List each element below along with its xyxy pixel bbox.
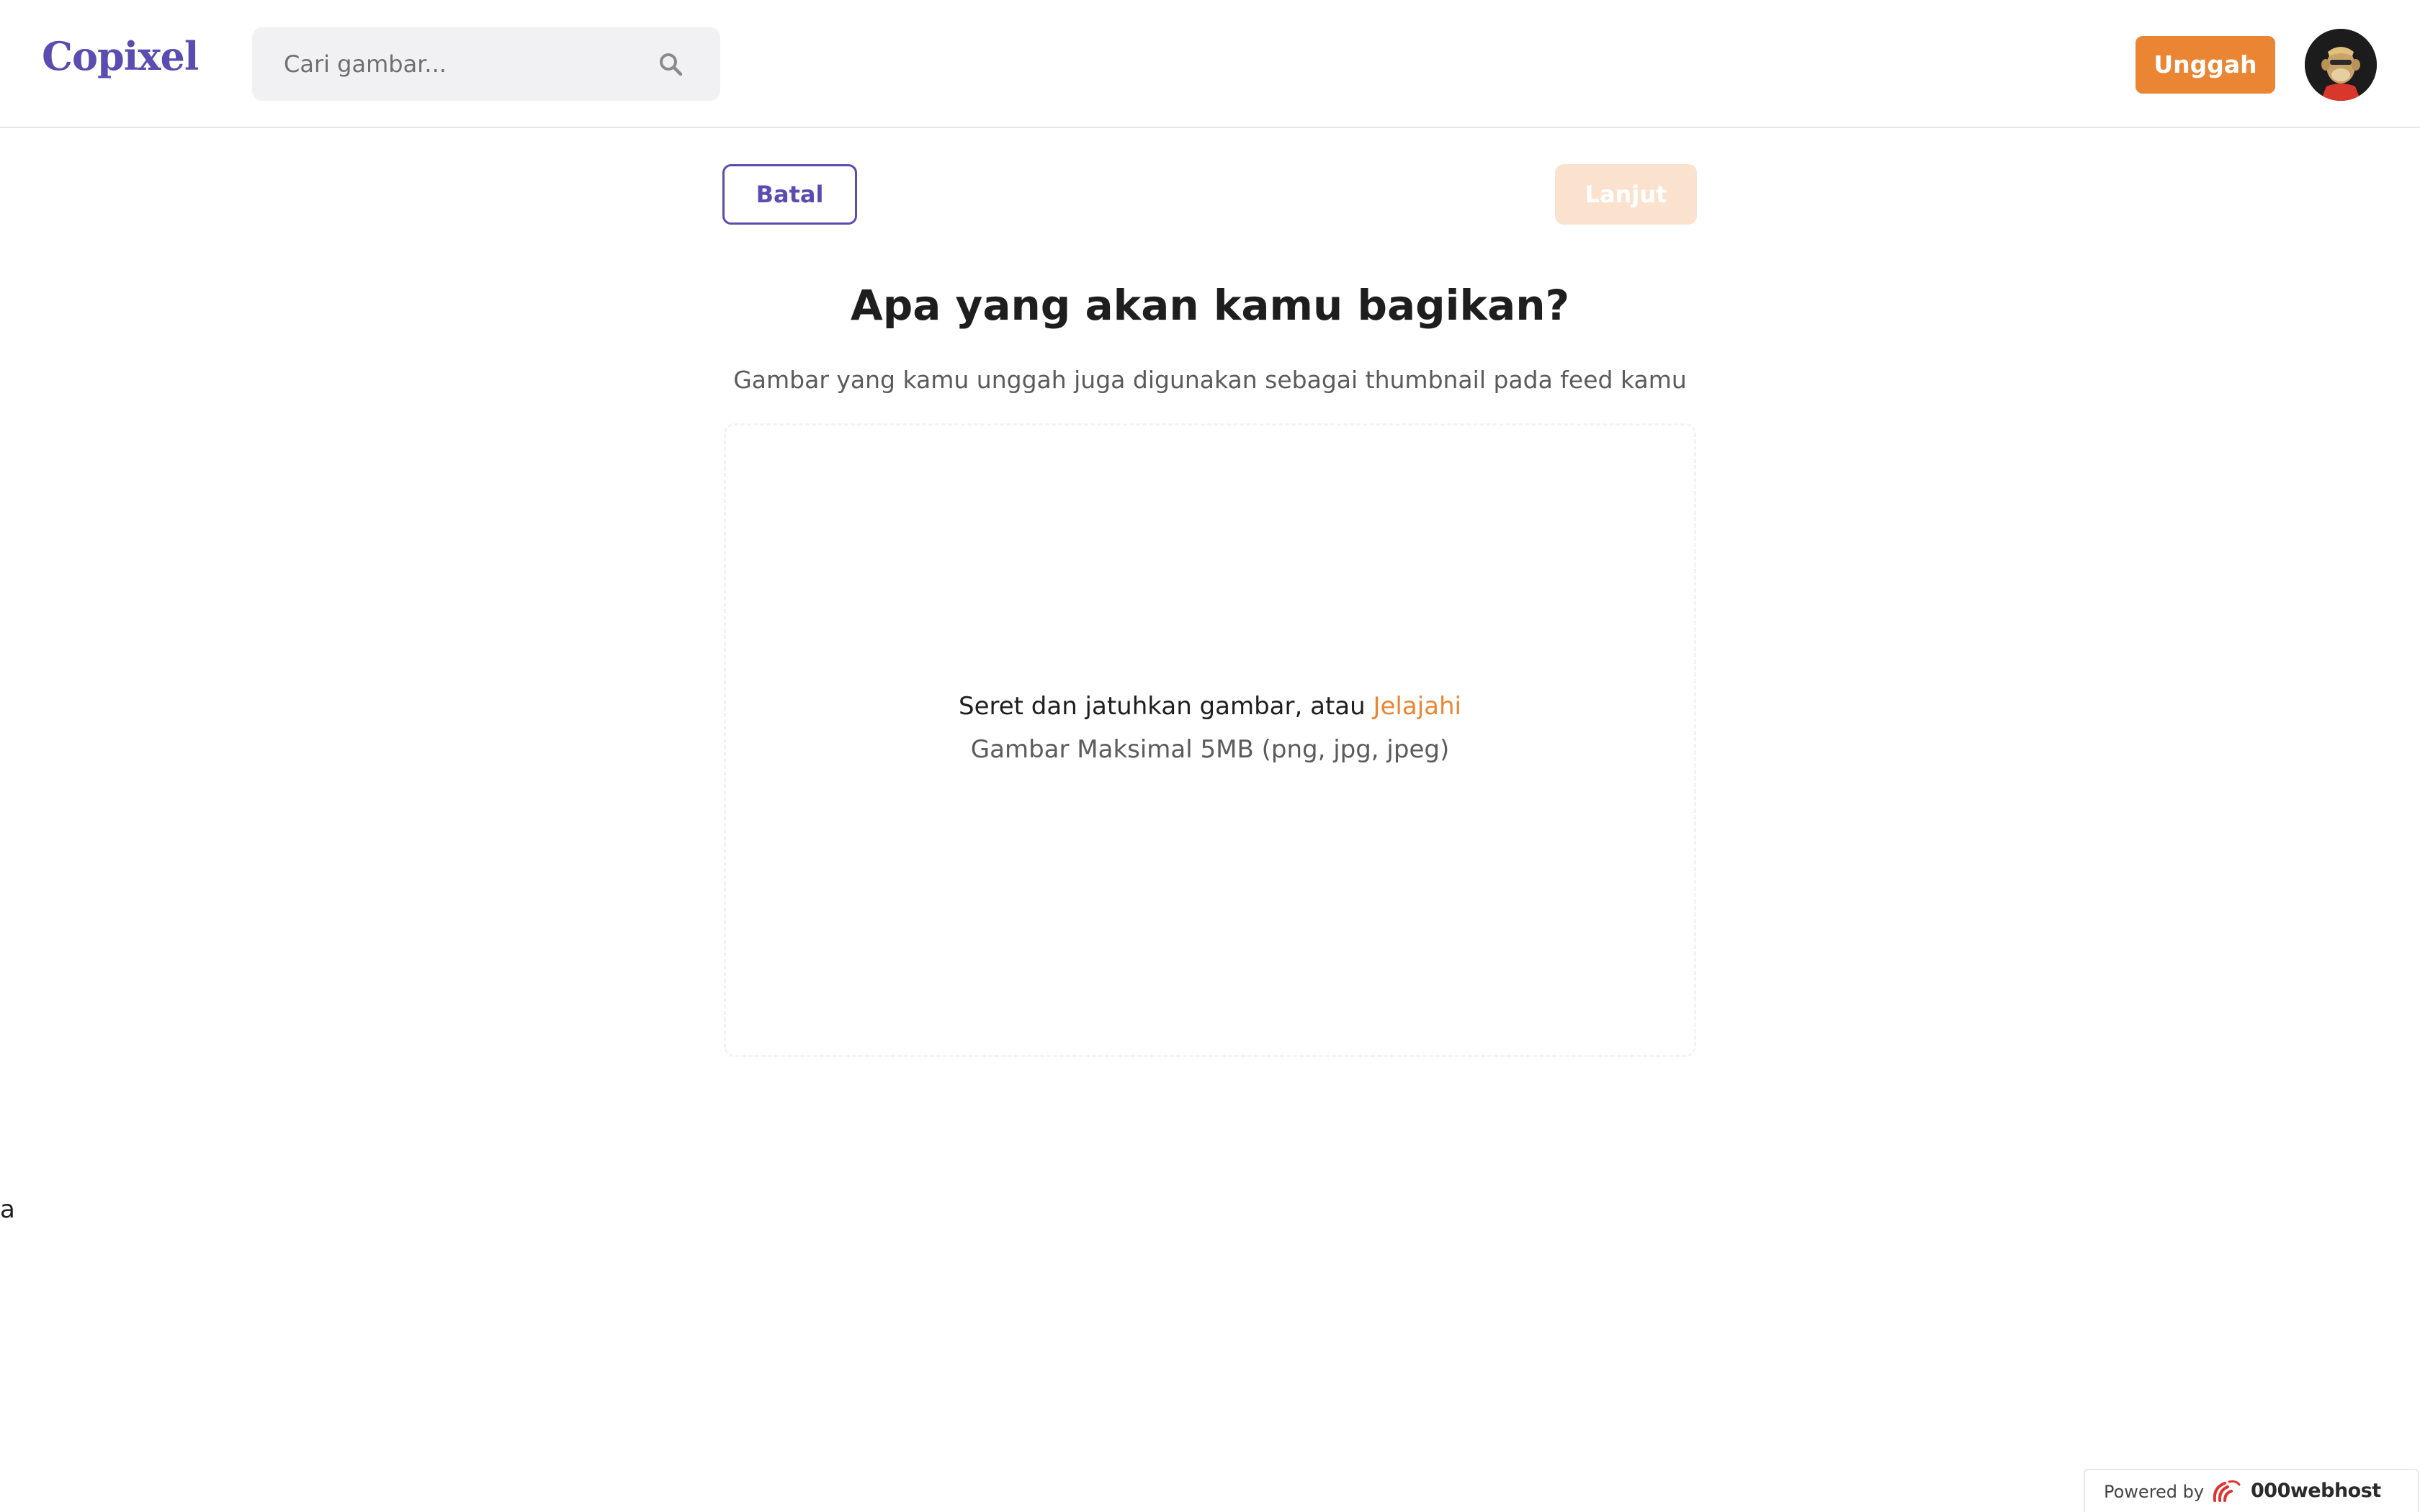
powered-by-label: Powered by	[2104, 1482, 2205, 1502]
stray-text: a	[0, 1195, 15, 1224]
dropzone-limits: Gambar Maksimal 5MB (png, jpg, jpeg)	[970, 735, 1450, 764]
search-icon[interactable]	[657, 50, 686, 79]
dropzone-instruction: Seret dan jatuhkan gambar, atau Jelajahi	[726, 692, 1694, 721]
search-input[interactable]	[252, 27, 641, 101]
powered-by-badge[interactable]: Powered by 000webhost	[2084, 1469, 2419, 1512]
page-title: Apa yang akan kamu bagikan?	[850, 281, 1570, 330]
avatar-image	[2305, 29, 2377, 101]
app-logo[interactable]: Copixel	[42, 33, 199, 79]
cancel-button[interactable]: Batal	[722, 164, 857, 225]
browse-link[interactable]: Jelajahi	[1373, 692, 1461, 721]
page-subtitle: Gambar yang kamu unggah juga digunakan s…	[733, 366, 1687, 394]
search-box[interactable]	[252, 27, 720, 101]
upload-button[interactable]: Unggah	[2136, 36, 2275, 94]
image-dropzone[interactable]: Seret dan jatuhkan gambar, atau Jelajahi…	[724, 423, 1696, 1057]
webhost-logo-icon	[2213, 1480, 2241, 1502]
top-navbar: Copixel Unggah	[0, 0, 2420, 128]
dropzone-instruction-text: Seret dan jatuhkan gambar, atau	[959, 692, 1373, 721]
user-avatar[interactable]	[2305, 29, 2377, 101]
webhost-brand: 000webhost	[2251, 1480, 2381, 1502]
next-button[interactable]: Lanjut	[1555, 164, 1697, 225]
